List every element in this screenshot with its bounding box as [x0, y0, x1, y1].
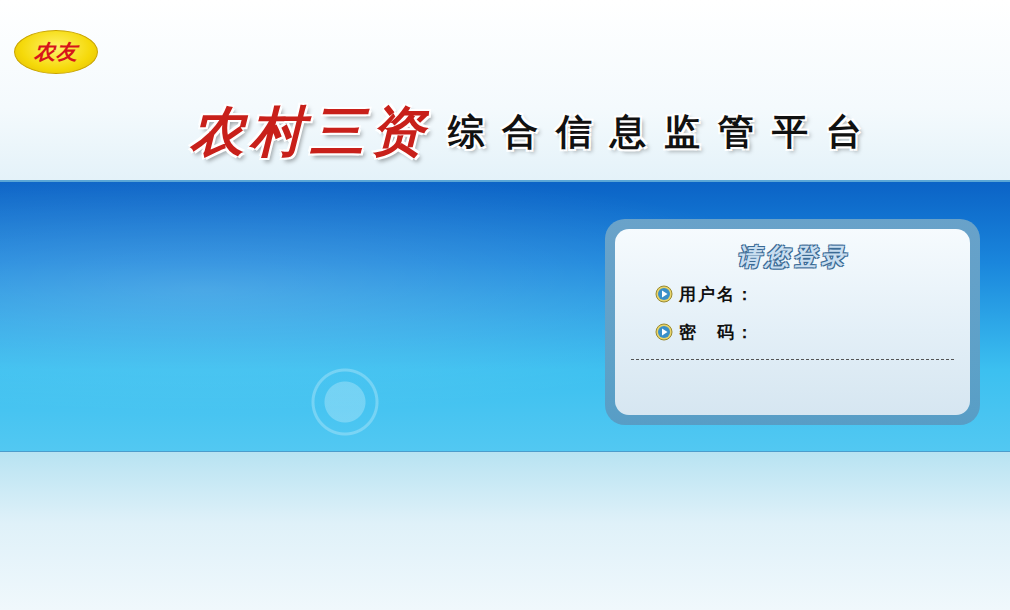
field-label: 用户名： — [679, 283, 755, 306]
logo: 农友 — [14, 30, 98, 74]
divider — [631, 359, 954, 360]
field-list: 用户名： 密 码： — [631, 281, 954, 345]
title: 农村三资综合信息监管平台 — [190, 96, 1010, 169]
login-page: 农友农村三资综合信息监管平台请您登录用户名： 密 码： — [0, 0, 1010, 610]
arrow-icon — [655, 323, 673, 341]
login-panel-body: 请您登录用户名： 密 码： — [615, 229, 970, 415]
header: 农友农村三资综合信息监管平台 — [0, 0, 1010, 180]
arrow-icon — [655, 285, 673, 303]
footer-band — [0, 452, 1010, 610]
title-highlight: 农村三资 — [190, 96, 430, 169]
login-panel: 请您登录用户名： 密 码： — [605, 219, 980, 425]
banner: 请您登录用户名： 密 码： — [0, 180, 1010, 452]
login-heading: 请您登录 — [631, 241, 954, 273]
field-label: 密 码： — [679, 321, 755, 344]
login-field[interactable]: 用户名： — [655, 281, 954, 307]
title-rest: 综合信息监管平台 — [448, 108, 880, 157]
login-field[interactable]: 密 码： — [655, 319, 954, 345]
